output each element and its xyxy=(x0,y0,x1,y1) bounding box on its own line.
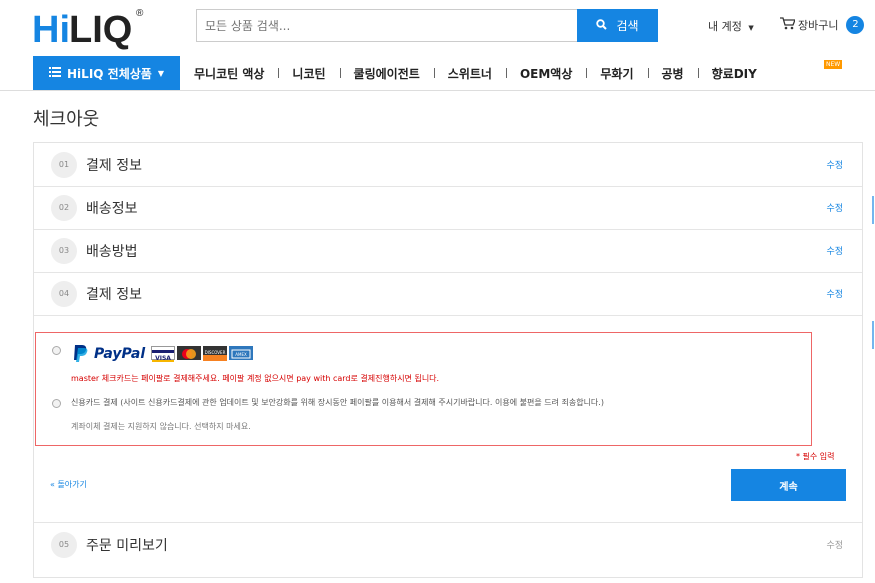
cart-link[interactable]: 장바구니 2 xyxy=(780,16,865,34)
step-payment-method[interactable]: 04 결제 정보 수정 xyxy=(34,272,862,316)
scroll-indicator xyxy=(872,196,874,224)
cart-count-badge: 2 xyxy=(846,16,865,34)
step-title: 배송방법 xyxy=(86,244,138,260)
nav-items: 무니코틴 액상 니코틴 쿨링에이전트 스위트너 OEM액상 무화기 공병 향료D… xyxy=(180,56,771,90)
step-title: 주문 미리보기 xyxy=(86,538,168,554)
continue-button[interactable]: 계속 xyxy=(731,469,846,501)
paypal-radio[interactable] xyxy=(52,346,61,355)
credit-card-label[interactable]: 신용카드 결제 (사이트 신용카드결제에 관한 업데이트 및 보안강화를 위해 … xyxy=(71,397,604,408)
paypal-option[interactable]: PayPal VISA DISCOVER AMEX xyxy=(71,344,253,364)
payment-options: PayPal VISA DISCOVER AMEX master 체크카드는 페… xyxy=(35,332,812,446)
cart-label: 장바구니 xyxy=(798,19,839,32)
step-shipping-method[interactable]: 03 배송방법 수정 xyxy=(34,229,862,273)
chevron-down-icon: ▼ xyxy=(748,24,754,32)
step-number: 05 xyxy=(51,532,77,558)
svg-text:LIQ: LIQ xyxy=(69,9,132,50)
step-payment-info[interactable]: 01 결제 정보 수정 xyxy=(34,143,862,187)
step-title: 결제 정보 xyxy=(86,287,142,303)
new-badge: NEW xyxy=(824,60,843,69)
discover-card-icon: DISCOVER xyxy=(203,346,227,361)
amex-card-icon: AMEX xyxy=(229,346,253,360)
nav-item-atomizer[interactable]: 무화기 xyxy=(586,65,647,82)
search-icon xyxy=(596,18,608,33)
top-header: Hi LIQ ® 검색 내 계정 ▼ 장바구니 2 xyxy=(0,0,875,56)
all-products-button[interactable]: HiLIQ 전체상품 ▼ xyxy=(33,56,180,90)
nav-item-cooling-agent[interactable]: 쿨링에이전트 xyxy=(339,65,434,82)
nav-item-oem-liquid[interactable]: OEM액상 xyxy=(505,65,586,82)
step-shipping-info[interactable]: 02 배송정보 수정 xyxy=(34,186,862,230)
nav-item-flavor-diy[interactable]: 향료DIY xyxy=(697,65,771,82)
edit-link[interactable]: 수정 xyxy=(826,201,843,214)
paypal-note: master 체크카드는 페이팔로 결제해주세요. 페이팔 계정 없으시면 pa… xyxy=(71,374,440,383)
visa-card-icon: VISA xyxy=(151,346,175,362)
search-bar: 검색 xyxy=(196,9,658,42)
main-navigation: HiLIQ 전체상품 ▼ 무니코틴 액상 니코틴 쿨링에이전트 스위트너 OEM… xyxy=(0,56,875,91)
account-menu[interactable]: 내 계정 ▼ xyxy=(708,18,754,34)
credit-card-radio[interactable] xyxy=(52,399,61,408)
nav-item-sweetener[interactable]: 스위트너 xyxy=(433,65,506,82)
edit-link[interactable]: 수정 xyxy=(826,287,843,300)
nav-item-no-nicotine-liquid[interactable]: 무니코틴 액상 xyxy=(180,65,278,82)
svg-text:DISCOVER: DISCOVER xyxy=(205,350,226,355)
step-title: 결제 정보 xyxy=(86,158,142,174)
all-products-label: HiLIQ 전체상품 xyxy=(67,66,152,81)
paypal-label: PayPal xyxy=(94,346,146,362)
svg-text:AMEX: AMEX xyxy=(235,352,247,357)
edit-link: 수정 xyxy=(826,541,843,551)
edit-link[interactable]: 수정 xyxy=(826,158,843,171)
chevron-down-icon: ▼ xyxy=(157,68,164,78)
nav-item-nicotine[interactable]: 니코틴 xyxy=(278,65,339,82)
step-title: 배송정보 xyxy=(86,201,138,217)
page-title: 체크아웃 xyxy=(33,109,100,130)
step-number: 02 xyxy=(51,195,77,221)
account-label: 내 계정 xyxy=(708,20,742,33)
hiliq-logo[interactable]: Hi LIQ ® xyxy=(32,4,147,50)
svg-text:®: ® xyxy=(136,8,144,19)
step-order-review: 05 주문 미리보기 수정 xyxy=(34,522,862,566)
step-number: 01 xyxy=(51,152,77,178)
edit-link[interactable]: 수정 xyxy=(826,244,843,257)
checkout-panel: 01 결제 정보 수정 02 배송정보 수정 03 배송방법 수정 04 결제 … xyxy=(33,142,863,578)
step-number: 03 xyxy=(51,238,77,264)
scroll-indicator xyxy=(872,321,874,349)
required-note: * 필수 입력 xyxy=(796,452,835,461)
menu-icon xyxy=(49,66,62,80)
search-input[interactable] xyxy=(197,10,577,41)
search-button[interactable]: 검색 xyxy=(577,9,658,42)
svg-text:Hi: Hi xyxy=(32,9,70,50)
nav-item-bottles[interactable]: 공병 xyxy=(647,65,698,82)
back-link[interactable]: « 돌아가기 xyxy=(50,479,87,490)
search-button-label: 검색 xyxy=(616,19,639,33)
mastercard-icon xyxy=(177,346,201,360)
cart-icon xyxy=(780,17,796,33)
paypal-logo-icon xyxy=(71,344,91,368)
bank-transfer-note: 계좌이체 결제는 지원하지 않습니다. 선택하지 마세요. xyxy=(71,422,251,431)
step-number: 04 xyxy=(51,281,77,307)
